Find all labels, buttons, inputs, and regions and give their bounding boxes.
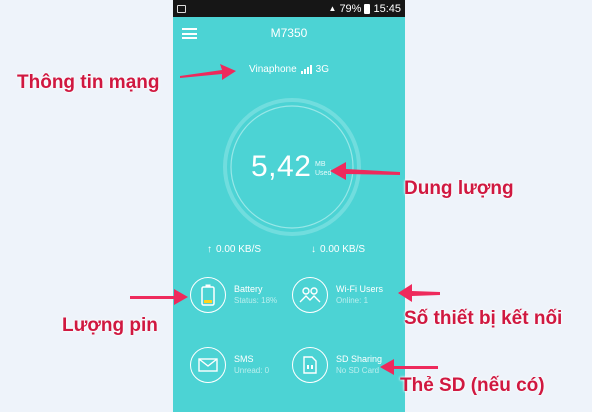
callout-devices: Số thiết bị kết nối [404,308,563,329]
arrow-down-icon: ↓ [311,244,316,255]
sms-status: Unread: 0 [234,366,270,375]
wifi-users-tile[interactable]: Wi-Fi Users Online: 1 [292,277,383,313]
clock: 15:45 [373,2,401,15]
download-speed: ↓ 0.00 KB/S [311,244,365,255]
upload-speed-value: 0.00 KB/S [216,244,262,255]
sd-card-icon [292,347,328,383]
gallery-notification-icon [177,4,186,13]
usage-unit-mb: MB [315,161,326,168]
sd-sharing-status: No SD Card [336,366,380,375]
battery-icon [190,277,226,313]
download-speed-value: 0.00 KB/S [320,244,366,255]
callout-sd-card: Thẻ SD (nếu có) [400,375,545,396]
arrow-devices-icon [398,284,440,302]
usage-value: 5,42 [251,150,312,183]
wifi-users-status: Online: 1 [336,296,369,305]
wifi-signal-icon: ▲ [328,4,337,13]
sms-title: SMS [234,354,254,364]
status-battery-icon [364,3,371,14]
users-icon [292,277,328,313]
wifi-users-title: Wi-Fi Users [336,284,383,294]
sd-sharing-tile[interactable]: SD Sharing No SD Card [292,347,382,383]
carrier-name: Vinaphone [249,64,297,75]
arrow-network-icon [180,64,236,80]
arrow-battery-icon [130,289,188,305]
envelope-icon [190,347,226,383]
network-type: 3G [315,64,329,75]
battery-title: Battery [234,284,263,294]
arrow-sd-card-icon [380,359,438,375]
callout-network-info: Thông tin mạng [17,72,160,93]
app-header: M7350 [173,17,405,47]
status-bar: ▲ 79% 15:45 [173,0,405,17]
sms-tile[interactable]: SMS Unread: 0 [190,347,269,383]
sd-sharing-title: SD Sharing [336,354,383,364]
callout-capacity: Dung lượng [404,178,514,199]
device-title: M7350 [270,26,308,40]
battery-status: Status: 18% [234,296,278,305]
callout-battery: Lượng pin [62,315,158,336]
signal-bars-icon [300,65,312,74]
battery-percent: 79% [339,2,362,15]
arrow-up-icon: ↑ [207,244,212,255]
upload-speed: ↑ 0.00 KB/S [207,244,261,255]
battery-tile[interactable]: Battery Status: 18% [190,277,277,313]
arrow-capacity-icon [330,162,400,180]
